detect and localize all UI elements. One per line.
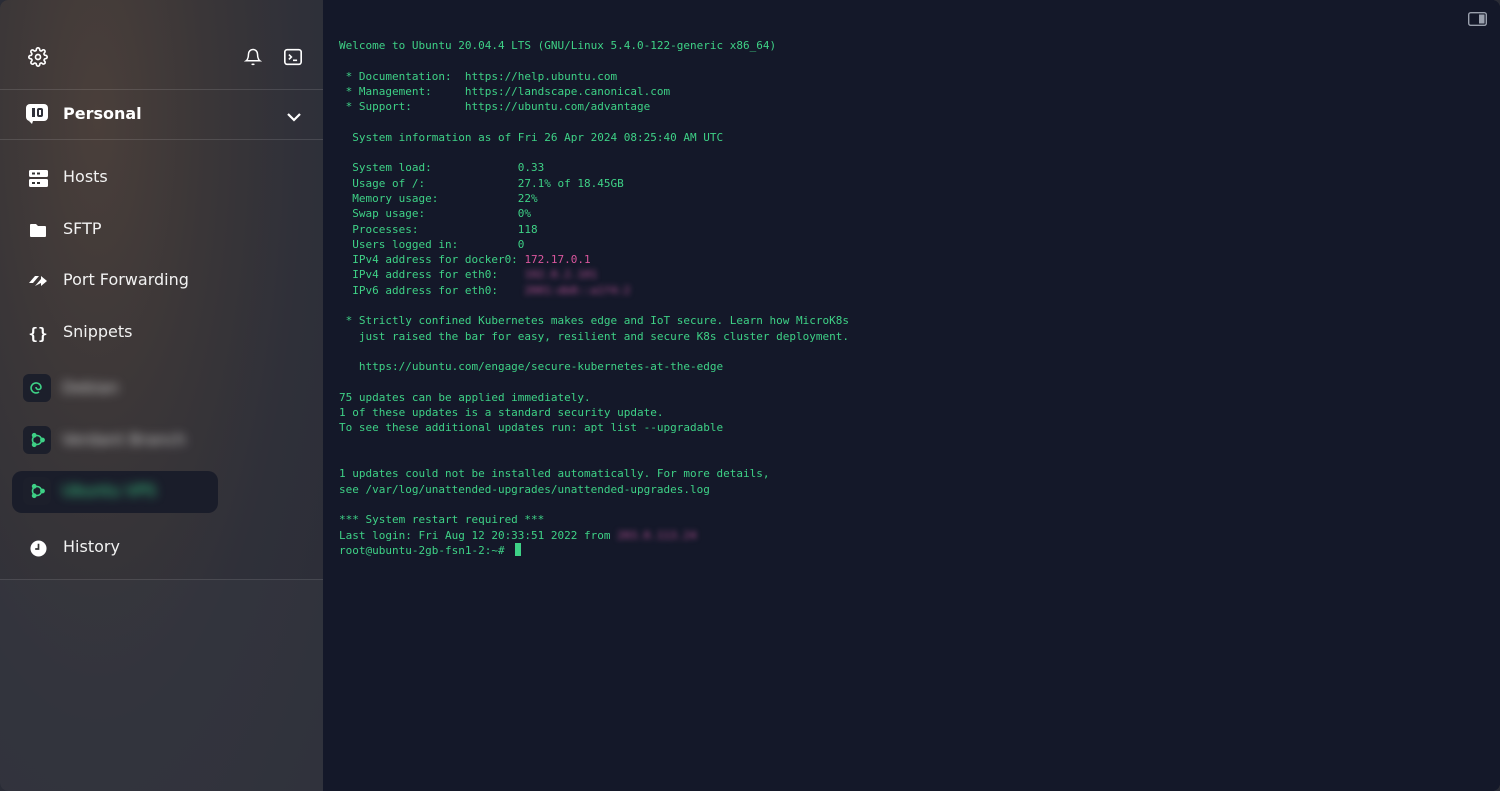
last-login-ip: 203.0.113.24	[617, 528, 697, 542]
chevron-down-icon[interactable]	[286, 108, 302, 122]
host-name: Debian	[62, 378, 119, 397]
host-name: Ubuntu VPS	[62, 481, 157, 500]
docker-ip-label: IPv4 address for docker0:	[339, 253, 525, 267]
shell-prompt: root@ubuntu-2gb-fsn1-2:~#	[339, 543, 512, 557]
host-item-debian[interactable]: Debian	[12, 368, 324, 410]
docker-ip-value: 172.17.0.1	[524, 253, 591, 267]
sidebar-item-sftp[interactable]: SFTP	[0, 210, 323, 250]
last-login-text: Last login: Fri Aug 12 20:33:51 2022 fro…	[339, 528, 618, 542]
port-forwarding-icon	[28, 271, 48, 291]
sidebar-item-label: Snippets	[63, 322, 133, 341]
notifications-bell-icon[interactable]	[241, 45, 265, 69]
sidebar-item-label: Hosts	[63, 167, 108, 186]
new-terminal-icon[interactable]	[281, 45, 305, 69]
eth0-ipv6-label: IPv6 address for eth0:	[339, 283, 525, 297]
terminal-motd: Welcome to Ubuntu 20.04.4 LTS (GNU/Linux…	[339, 39, 777, 251]
terminal-cursor	[515, 542, 522, 556]
debian-icon	[23, 374, 51, 402]
settings-gear-icon[interactable]	[26, 45, 50, 69]
terminal-updates: * Strictly confined Kubernetes makes edg…	[339, 314, 849, 527]
vault-logo-icon	[26, 104, 48, 124]
sidebar-item-snippets[interactable]: {} Snippets	[0, 313, 323, 353]
ubuntu-icon	[23, 426, 51, 454]
app-window: Personal Hosts SFTP Port Forwarding {} S…	[0, 0, 1500, 791]
eth0-ipv6-value: 2001:db8::a1f4:2	[524, 283, 631, 297]
vault-name: Personal	[63, 104, 142, 123]
folder-icon	[28, 220, 48, 240]
sidebar-item-label: History	[63, 537, 120, 556]
sidebar-item-label: SFTP	[63, 219, 102, 238]
sidebar-bottom-area	[0, 580, 323, 791]
host-item-ubuntu-vps[interactable]: Ubuntu VPS	[12, 471, 218, 513]
sidebar-item-hosts[interactable]: Hosts	[0, 158, 323, 198]
eth0-ipv4-value: 192.0.2.101	[524, 268, 598, 282]
terminal-pane[interactable]: Welcome to Ubuntu 20.04.4 LTS (GNU/Linux…	[323, 0, 1500, 791]
braces-icon: {}	[28, 323, 48, 343]
host-name: Verdant Branch	[62, 430, 186, 449]
sidebar-item-label: Port Forwarding	[63, 270, 189, 289]
eth0-ipv4-label: IPv4 address for eth0:	[339, 268, 525, 282]
toggle-side-panel-icon[interactable]	[1467, 11, 1488, 27]
clock-icon	[28, 538, 48, 558]
sidebar-item-port-forwarding[interactable]: Port Forwarding	[0, 261, 323, 301]
sidebar-item-history[interactable]: History	[0, 528, 323, 568]
sidebar: Personal Hosts SFTP Port Forwarding {} S…	[0, 0, 323, 791]
terminal-output: Welcome to Ubuntu 20.04.4 LTS (GNU/Linux…	[339, 38, 849, 558]
hosts-icon	[28, 168, 48, 188]
vault-selector[interactable]: Personal	[0, 90, 323, 140]
host-item-verdant-branch[interactable]: Verdant Branch	[12, 420, 324, 462]
sidebar-toolbar	[0, 0, 323, 90]
ubuntu-icon	[23, 477, 51, 505]
